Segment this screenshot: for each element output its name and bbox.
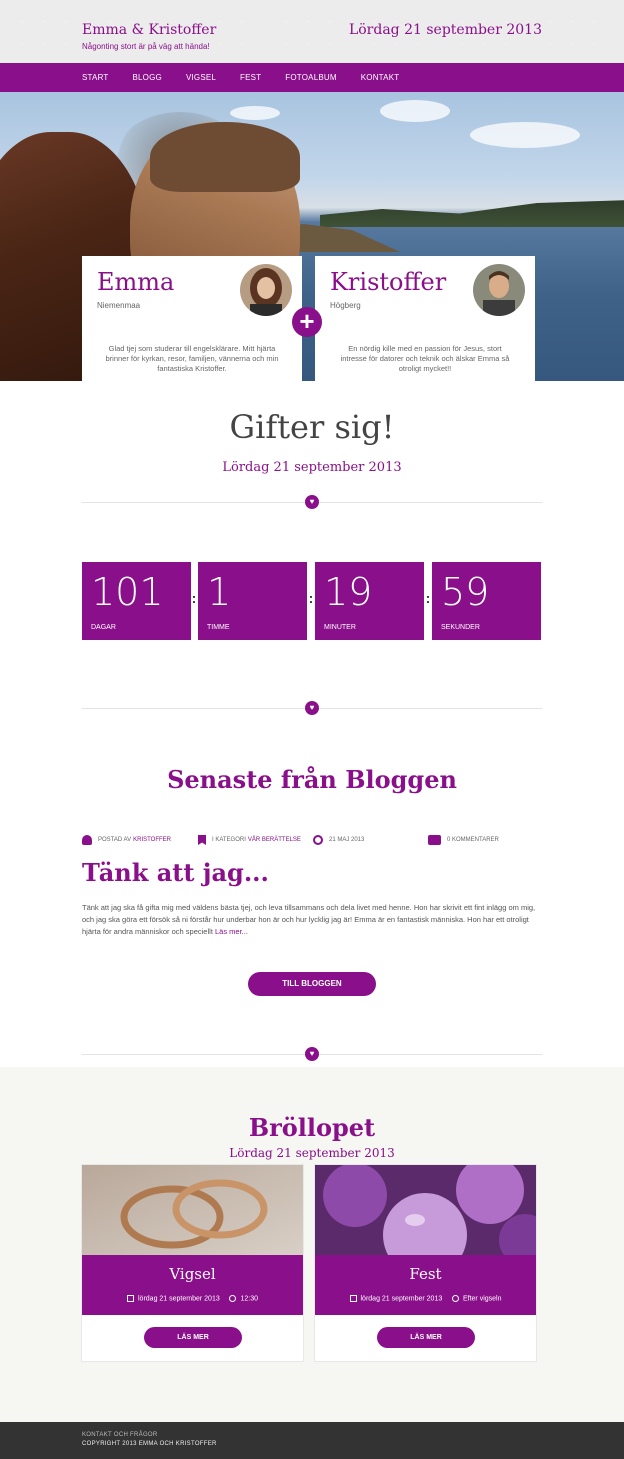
nav-item-vigsel[interactable]: VIGSEL xyxy=(186,63,216,92)
countdown-days: 101 DAGAR xyxy=(82,562,191,640)
event-card-fest: Fest lördag 21 september 2013 Efter vigs… xyxy=(314,1164,537,1362)
married-title: Gifter sig! xyxy=(229,408,395,446)
countdown-minutes: 19 MINUTER xyxy=(315,562,424,640)
event-title: Vigsel xyxy=(169,1265,216,1283)
site-brand[interactable]: Emma & Kristoffer xyxy=(82,22,216,38)
bride-last-name: Niemenmaa xyxy=(97,301,141,310)
footer-copyright: COPYRIGHT 2013 EMMA OCH KRISTOFFER xyxy=(82,1441,217,1447)
bride-avatar xyxy=(238,262,294,318)
comment-icon xyxy=(428,835,441,845)
event-date: lördag 21 september 2013 xyxy=(138,1295,220,1303)
posted-by-label: POSTAD AV xyxy=(98,837,132,843)
countdown-days-unit: DAGAR xyxy=(91,624,116,631)
married-date: Lördag 21 september 2013 xyxy=(222,460,402,475)
blog-section-title: Senaste från Bloggen xyxy=(167,765,457,794)
main-nav: START BLOGG VIGSEL FEST FOTOALBUM KONTAK… xyxy=(0,63,624,92)
groom-avatar xyxy=(471,262,527,318)
countdown-hours-unit: TIMME xyxy=(207,624,230,631)
balloons-photo xyxy=(315,1165,536,1255)
post-author-meta: POSTAD AV KRISTOFFER xyxy=(82,833,171,847)
heart-icon: ♥ xyxy=(305,495,319,509)
bookmark-icon xyxy=(198,835,206,845)
groom-card: Kristoffer Högberg En nördig kille med e… xyxy=(315,256,535,381)
nav-item-fest[interactable]: FEST xyxy=(240,63,261,92)
groom-last-name: Högberg xyxy=(330,301,361,310)
countdown-seconds-unit: SEKUNDER xyxy=(441,624,480,631)
post-date: 21 MAJ 2013 xyxy=(329,837,365,843)
event-time: Efter vigseln xyxy=(462,1295,502,1303)
event-date: lördag 21 september 2013 xyxy=(360,1295,443,1303)
nav-item-start[interactable]: START xyxy=(82,63,108,92)
event-info: lördag 21 september 2013 Efter vigseln xyxy=(315,1295,536,1302)
clock-icon xyxy=(313,835,323,845)
countdown-minutes-unit: MINUTER xyxy=(324,624,356,631)
post-title[interactable]: Tänk att jag... xyxy=(82,858,269,887)
alarm-clock-icon xyxy=(451,1295,459,1302)
event-band: Vigsel lördag 21 september 2013 12:30 xyxy=(82,1255,303,1315)
event-info: lördag 21 september 2013 12:30 xyxy=(82,1295,303,1302)
post-category-meta: I KATEGORI VÅR BERÄTTELSE xyxy=(198,833,301,847)
countdown-minutes-value: 19 xyxy=(324,570,373,614)
cloud xyxy=(470,122,580,148)
site-footer: KONTAKT OCH FRÅGOR COPYRIGHT 2013 EMMA O… xyxy=(0,1422,624,1459)
nav-item-blogg[interactable]: BLOGG xyxy=(132,63,161,92)
post-category-link[interactable]: VÅR BERÄTTELSE xyxy=(248,837,301,843)
alarm-clock-icon xyxy=(229,1295,237,1302)
countdown-seconds: 59 SEKUNDER xyxy=(432,562,541,640)
event-title: Fest xyxy=(409,1265,442,1283)
site-tagline: Någonting stort är på väg att hända! xyxy=(82,42,210,51)
footer-contact-link[interactable]: KONTAKT OCH FRÅGOR xyxy=(82,1432,158,1438)
read-more-button[interactable]: LÄS MER xyxy=(144,1327,242,1348)
nav-item-fotoalbum[interactable]: FOTOALBUM xyxy=(285,63,336,92)
wedding-date: Lördag 21 september 2013 xyxy=(229,1146,395,1160)
countdown-hours-value: 1 xyxy=(207,570,232,614)
shoreline xyxy=(320,200,624,227)
countdown-separator: : xyxy=(308,590,314,606)
event-time: 12:30 xyxy=(240,1295,258,1303)
heart-icon: ♥ xyxy=(305,701,319,715)
heart-icon: ♥ xyxy=(305,1047,319,1061)
cloud xyxy=(380,100,450,122)
countdown-days-value: 101 xyxy=(91,570,164,614)
plus-icon: + xyxy=(292,307,322,337)
calendar-icon xyxy=(349,1295,357,1302)
bride-card: Emma Niemenmaa Glad tjej som studerar ti… xyxy=(82,256,302,381)
post-comments[interactable]: 0 KOMMENTARER xyxy=(447,837,499,843)
calendar-icon xyxy=(127,1295,134,1302)
post-excerpt-text: Tänk att jag ska få gifta mig med välden… xyxy=(82,903,536,936)
post-excerpt: Tänk att jag ska få gifta mig med välden… xyxy=(82,902,542,938)
event-card-vigsel: Vigsel lördag 21 september 2013 12:30 LÄ… xyxy=(81,1164,304,1362)
read-more-link[interactable]: Läs mer... xyxy=(215,927,248,936)
event-band: Fest lördag 21 september 2013 Efter vigs… xyxy=(315,1255,536,1315)
read-more-button[interactable]: LÄS MER xyxy=(377,1327,475,1348)
post-comments-meta: 0 KOMMENTARER xyxy=(428,833,499,847)
bride-first-name: Emma xyxy=(97,268,175,296)
nav-item-kontakt[interactable]: KONTAKT xyxy=(361,63,400,92)
post-date-meta: 21 MAJ 2013 xyxy=(313,833,364,847)
groom-description: En nördig kille med en passion för Jesus… xyxy=(340,344,510,373)
rings-photo xyxy=(82,1165,303,1255)
countdown-separator: : xyxy=(191,590,197,606)
bride-description: Glad tjej som studerar till engelsklärar… xyxy=(105,344,279,373)
cloud xyxy=(230,106,280,120)
post-author-link[interactable]: KRISTOFFER xyxy=(133,837,171,843)
site-header: Emma & Kristoffer Någonting stort är på … xyxy=(0,0,624,63)
countdown-seconds-value: 59 xyxy=(441,570,490,614)
countdown-separator: : xyxy=(425,590,431,606)
groom-hair-shape xyxy=(150,122,300,192)
category-label: I KATEGORI xyxy=(212,837,246,843)
groom-first-name: Kristoffer xyxy=(330,268,447,296)
user-icon xyxy=(82,835,92,845)
header-date: Lördag 21 september 2013 xyxy=(348,22,542,38)
countdown-hours: 1 TIMME xyxy=(198,562,307,640)
wedding-title: Bröllopet xyxy=(248,1113,376,1142)
to-blog-button[interactable]: TILL BLOGGEN xyxy=(248,972,376,996)
